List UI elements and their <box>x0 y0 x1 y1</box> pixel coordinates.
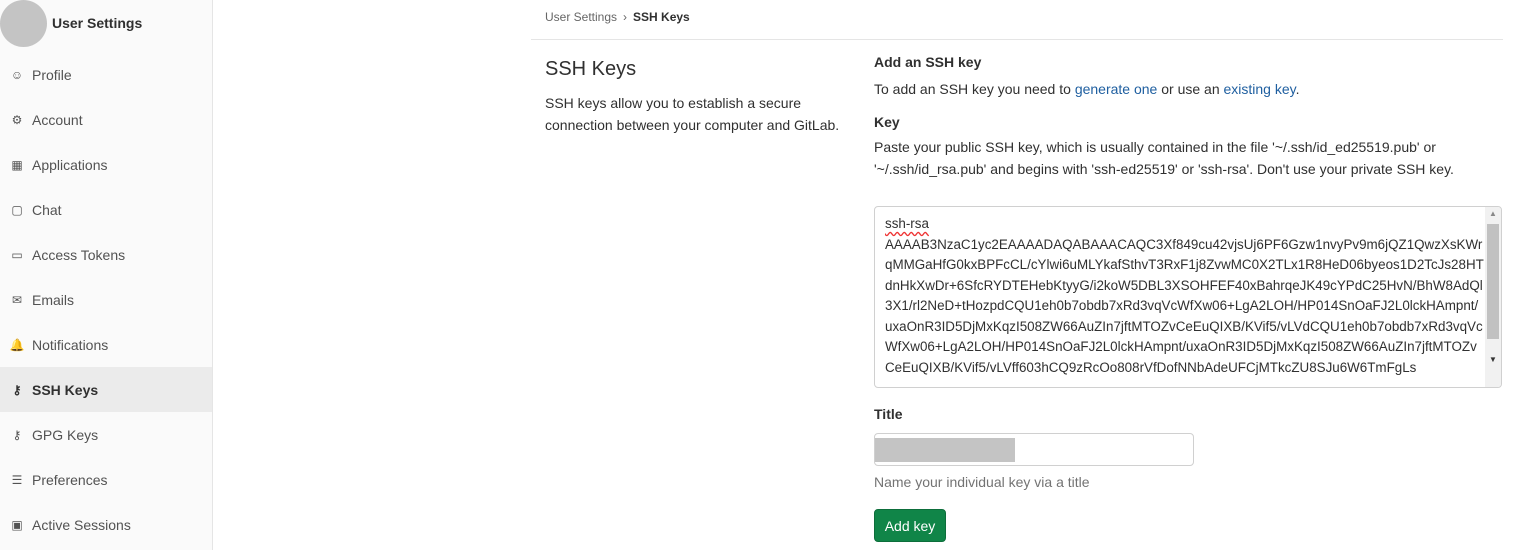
page-description: SSH keys allow you to establish a secure… <box>545 95 840 133</box>
chevron-right-icon: › <box>623 10 628 24</box>
page-title: SSH Keys <box>545 58 637 80</box>
applications-icon: ▦ <box>11 157 23 172</box>
textarea-scrollbar[interactable]: ▲ ▼ <box>1485 207 1501 387</box>
breadcrumb-current: SSH Keys <box>633 10 690 24</box>
sidebar-item-preferences[interactable]: ☰ Preferences <box>0 457 212 502</box>
title-label: Title <box>874 406 903 422</box>
sidebar-item-account[interactable]: ⚙ Account <box>0 97 212 142</box>
sidebar-item-chat[interactable]: ▢ Chat <box>0 187 212 232</box>
sidebar-item-gpg-keys[interactable]: ⚷ GPG Keys <box>0 412 212 457</box>
sidebar-item-notifications[interactable]: 🔔 Notifications <box>0 322 212 367</box>
sidebar-item-label: Applications <box>32 156 108 173</box>
title-input[interactable] <box>874 433 1194 466</box>
key-icon: ⚷ <box>12 427 22 442</box>
sidebar-item-label: Notifications <box>32 336 109 353</box>
sidebar-item-emails[interactable]: ✉ Emails <box>0 277 212 322</box>
intro-text: . <box>1295 81 1300 97</box>
token-icon: ▭ <box>11 247 23 262</box>
email-icon: ✉ <box>11 292 23 307</box>
sidebar-item-label: Chat <box>32 201 62 218</box>
sidebar-item-profile[interactable]: ☺ Profile <box>0 52 212 97</box>
key-textarea[interactable]: ssh-rsa AAAAB3NzaC1yc2EAAAADAQABAAACAQC3… <box>874 206 1502 388</box>
sidebar: User Settings ☺ Profile ⚙ Account ▦ Applicati… <box>0 0 213 550</box>
sidebar-item-label: Access Tokens <box>32 246 126 263</box>
title-help: Name your individual key via a title <box>874 474 1090 490</box>
sidebar-item-applications[interactable]: ▦ Applications <box>0 142 212 187</box>
breadcrumb: User Settings › SSH Keys <box>545 10 690 24</box>
breadcrumb-parent[interactable]: User Settings <box>545 10 617 24</box>
profile-icon: ☺ <box>10 67 24 82</box>
sessions-icon: ▣ <box>11 517 23 532</box>
sidebar-item-label: GPG Keys <box>32 426 99 443</box>
bell-icon: 🔔 <box>9 337 25 352</box>
chat-icon: ▢ <box>11 202 23 217</box>
form-intro: To add an SSH key you need to generate o… <box>874 78 1504 100</box>
sidebar-item-label: Account <box>32 111 83 128</box>
key-label: Key <box>874 114 900 130</box>
sidebar-item-label: Active Sessions <box>32 516 131 533</box>
sidebar-item-label: Emails <box>32 291 75 308</box>
scrollbar-thumb[interactable] <box>1487 224 1499 339</box>
avatar <box>0 0 47 47</box>
account-icon: ⚙ <box>11 112 23 127</box>
sidebar-item-label: SSH Keys <box>32 381 99 398</box>
key-value: AAAAB3NzaC1yc2EAAAADAQABAAACAQC3Xf849cu4… <box>885 236 1484 375</box>
key-help: Paste your public SSH key, which is usua… <box>874 139 1454 177</box>
generate-one-link[interactable]: generate one <box>1075 81 1158 97</box>
scroll-up-icon[interactable]: ▲ <box>1489 209 1497 218</box>
redacted-value <box>875 438 1015 462</box>
form-heading: Add an SSH key <box>874 54 982 70</box>
sidebar-nav: ☺ Profile ⚙ Account ▦ Applications ▢ Chat ▭ Acces… <box>0 52 212 547</box>
sidebar-item-access-tokens[interactable]: ▭ Access Tokens <box>0 232 212 277</box>
intro-text: To add an SSH key you need to <box>874 81 1075 97</box>
intro-text: or use an <box>1157 81 1224 97</box>
key-value-first: ssh-rsa <box>885 216 929 231</box>
sidebar-context-title: User Settings <box>52 15 143 31</box>
add-key-form: Add an SSH key To add an SSH key you nee… <box>874 54 1504 180</box>
preferences-icon: ☰ <box>11 472 23 487</box>
key-icon: ⚷ <box>12 382 22 397</box>
sidebar-item-ssh-keys[interactable]: ⚷ SSH Keys <box>0 367 212 412</box>
existing-key-link[interactable]: existing key <box>1224 81 1296 97</box>
sidebar-item-active-sessions[interactable]: ▣ Active Sessions <box>0 502 212 547</box>
add-key-button[interactable]: Add key <box>874 509 946 542</box>
sidebar-item-label: Profile <box>32 66 72 83</box>
scroll-down-icon[interactable]: ▼ <box>1489 355 1497 364</box>
divider <box>531 39 1503 40</box>
sidebar-item-label: Preferences <box>32 471 108 488</box>
